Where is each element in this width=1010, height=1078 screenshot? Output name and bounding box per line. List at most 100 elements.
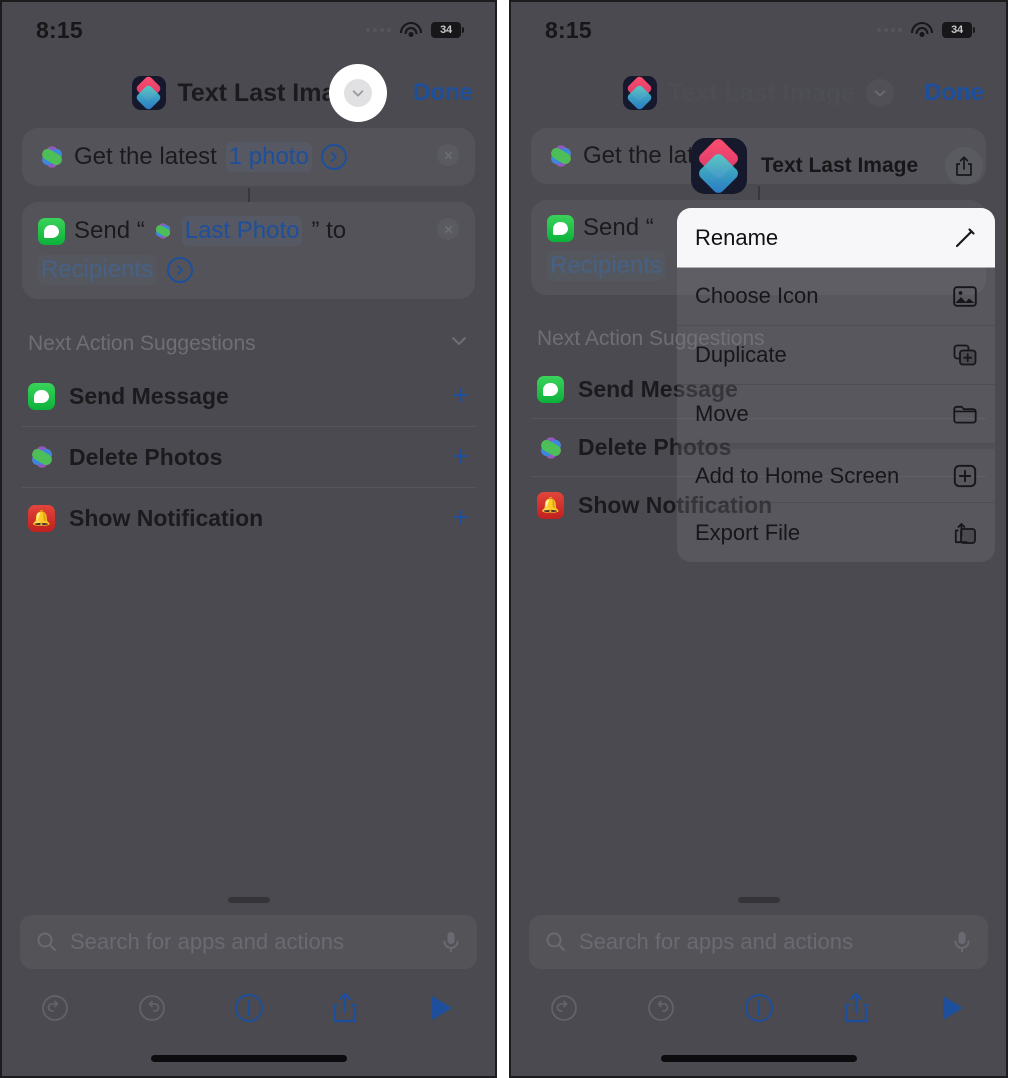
plus-icon[interactable]: + [451,381,469,411]
share-icon[interactable] [839,991,873,1025]
menu-item-duplicate[interactable]: Duplicate [677,326,995,385]
battery-icon: 34 [942,22,975,38]
editor-toolbar [511,969,1006,1025]
redo-icon[interactable] [644,991,678,1025]
navigation-bar: Text Last Image Done [2,64,495,122]
info-circle-icon[interactable] [742,991,776,1025]
search-bar[interactable]: Search for apps and actions [20,915,477,969]
action-parameter-recipients[interactable]: Recipients [547,251,666,281]
chevron-down-icon[interactable] [866,79,895,107]
search-icon [37,932,56,951]
context-menu-body: Rename Choose Icon Duplicate Move Add to… [677,208,995,562]
status-time: 8:15 [36,16,83,43]
menu-item-choose-icon[interactable]: Choose Icon [677,267,995,326]
search-input[interactable]: Search for apps and actions [579,929,940,955]
share-icon[interactable] [328,991,362,1025]
menu-item-label: Duplicate [695,342,787,367]
done-button[interactable]: Done [924,79,984,107]
home-indicator [150,1055,347,1062]
action-text-prefix: Send “ [583,214,654,241]
photos-app-icon [537,434,564,461]
wifi-icon [911,22,933,38]
action-parameter-photo-count[interactable]: 1 photo [225,142,312,172]
next-action-suggestions-header[interactable]: Next Action Suggestions [2,313,495,366]
action-parameter-recipients[interactable]: Recipients [38,255,157,285]
folder-icon [953,402,977,426]
play-icon[interactable] [425,991,459,1025]
info-circle-icon[interactable] [232,991,266,1025]
notifications-app-icon: 🔔 [537,492,564,519]
share-icon[interactable] [945,147,983,185]
action-parameter-last-photo[interactable]: Last Photo [181,216,303,246]
undo-icon[interactable] [38,991,72,1025]
list-item[interactable]: Send Message + [22,366,475,427]
sheet-grabber[interactable] [737,897,780,903]
search-bar[interactable]: Search for apps and actions [529,915,988,969]
notifications-app-icon: 🔔 [28,504,55,532]
done-button[interactable]: Done [413,79,473,107]
photos-app-icon [38,144,65,171]
status-bar: 8:15 34 [511,2,1006,58]
messages-app-icon [28,382,55,410]
wifi-icon [400,22,422,38]
photos-app-icon [547,143,574,170]
cellular-signal-icon [877,28,902,32]
plus-icon[interactable]: + [451,442,469,472]
chevron-down-icon[interactable] [449,331,469,356]
microphone-icon [443,932,459,953]
context-menu-title: Text Last Image [761,154,919,177]
menu-item-label: Export File [695,519,801,545]
battery-icon: 34 [431,22,464,38]
action-card-send-message[interactable]: Send “ Last Photo ” to Recipients [22,202,475,299]
menu-item-rename[interactable]: Rename [677,208,995,267]
menu-item-move[interactable]: Move [677,385,995,444]
duplicate-icon [953,343,977,367]
search-input[interactable]: Search for apps and actions [70,929,429,955]
nav-title-group[interactable]: Text Last Image [622,76,895,110]
photos-app-icon [28,444,55,471]
list-item[interactable]: 🔔 Show Notification + [22,488,475,548]
chevron-down-icon[interactable] [344,79,372,107]
battery-level: 34 [440,24,452,36]
remove-action-icon[interactable] [437,144,459,166]
context-menu: Text Last Image Rename Choose Icon Dupli… [677,124,995,562]
battery-level: 34 [951,24,963,36]
status-indicators: 34 [366,22,464,38]
highlight-spotlight [329,64,387,122]
menu-item-label: Rename [695,224,779,250]
redo-icon[interactable] [135,991,169,1025]
photos-app-icon [154,222,173,241]
status-time: 8:15 [545,16,592,43]
status-bar: 8:15 34 [2,2,495,58]
action-card-get-latest[interactable]: Get the latest 1 photo [22,128,475,186]
microphone-icon [954,932,970,953]
action-connector [247,188,250,202]
messages-app-icon [537,376,564,403]
chevron-right-circle-icon[interactable] [320,144,347,170]
play-icon[interactable] [936,991,970,1025]
pencil-icon [953,226,977,250]
phone-panel-left: 8:15 34 Text Last Image Done Get the lat… [0,0,497,1078]
bottom-panel: Search for apps and actions [2,897,495,1076]
menu-item-add-to-home-screen[interactable]: Add to Home Screen [677,444,995,503]
menu-item-label: Add to Home Screen [695,462,900,488]
photo-icon [953,284,977,308]
sheet-grabber[interactable] [227,897,270,903]
section-title: Next Action Suggestions [28,331,256,355]
plus-square-icon [953,464,977,488]
menu-item-export-file[interactable]: Export File [677,503,995,562]
navigation-bar: Text Last Image Done [511,64,1006,122]
chevron-right-circle-icon[interactable] [167,257,194,283]
plus-icon[interactable]: + [451,503,469,533]
two-panel-screenshot: 8:15 34 Text Last Image Done Get the lat… [0,0,1010,1078]
home-indicator [660,1055,857,1062]
page-title: Text Last Image [667,78,856,107]
list-item[interactable]: Delete Photos + [22,427,475,488]
phone-panel-right: 8:15 34 Text Last Image Done Get the lat… [509,0,1008,1078]
remove-action-icon[interactable] [437,218,459,240]
undo-icon[interactable] [547,991,581,1025]
shortcuts-app-icon [691,138,747,194]
action-text-prefix: Send “ [74,217,145,244]
context-menu-header: Text Last Image [677,124,995,208]
suggestion-label: Delete Photos [69,443,223,470]
